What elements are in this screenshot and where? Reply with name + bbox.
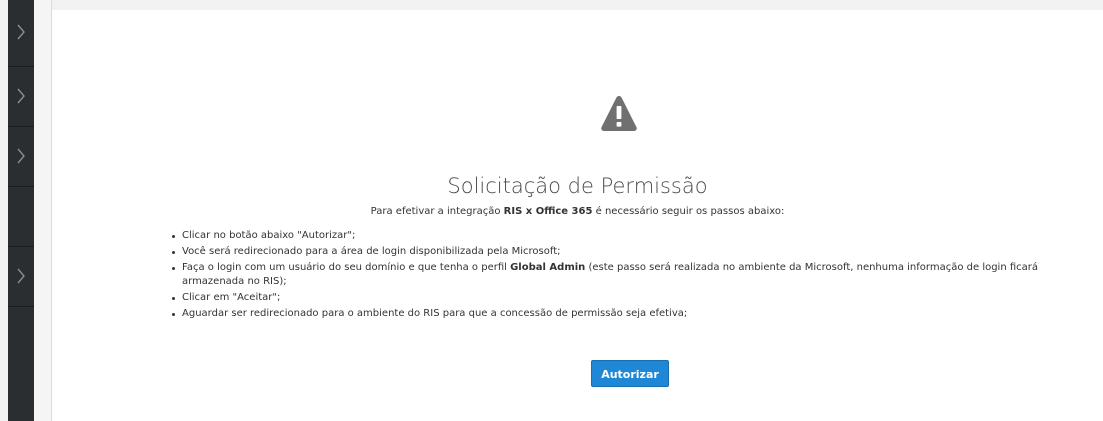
- instructions-intro: Para efetivar a integração RIS x Office …: [52, 206, 1103, 217]
- list-item: Faça o login com um usuário do seu domín…: [172, 261, 1097, 289]
- sidebar-item-3[interactable]: [8, 126, 34, 186]
- step-text: Aguardar ser redirecionado para o ambien…: [182, 308, 688, 319]
- profile-name: Global Admin: [510, 262, 586, 273]
- list-item: Você será redirecionado para a área de l…: [172, 245, 1097, 259]
- step-text: Faça o login com um usuário do seu domín…: [182, 262, 511, 273]
- sidebar-item-5[interactable]: [8, 246, 34, 306]
- sidebar-item-4[interactable]: [8, 186, 34, 246]
- sidebar-item-1[interactable]: [8, 2, 34, 62]
- warning-icon: [601, 96, 637, 131]
- chevron-right-icon: [17, 268, 25, 284]
- left-edge: [0, 0, 8, 421]
- authorize-button[interactable]: Autorizar: [591, 360, 669, 387]
- list-item: Aguardar ser redirecionado para o ambien…: [172, 307, 1097, 321]
- step-text: Você será redirecionado para a área de l…: [182, 246, 561, 257]
- chevron-right-icon: [17, 148, 25, 164]
- sidebar: [8, 0, 34, 421]
- page-title: Solicitação de Permissão: [447, 174, 708, 198]
- intro-text: Para efetivar a integração: [370, 206, 504, 217]
- step-text: Clicar em "Aceitar";: [182, 292, 281, 303]
- permission-panel: Solicitação de Permissão Para efetivar a…: [52, 10, 1103, 421]
- sidebar-divider: [8, 306, 34, 307]
- steps-list: Clicar no botão abaixo "Autorizar"; Você…: [172, 229, 1097, 323]
- chevron-right-icon: [17, 88, 25, 104]
- sidebar-item-2[interactable]: [8, 66, 34, 126]
- integration-name: RIS x Office 365: [503, 206, 593, 217]
- content-gutter: [34, 0, 52, 421]
- intro-text-end: é necessário seguir os passos abaixo:: [592, 206, 785, 217]
- step-text: Clicar no botão abaixo "Autorizar";: [182, 230, 356, 241]
- list-item: Clicar em "Aceitar";: [172, 291, 1097, 305]
- list-item: Clicar no botão abaixo "Autorizar";: [172, 229, 1097, 243]
- chevron-right-icon: [17, 24, 25, 40]
